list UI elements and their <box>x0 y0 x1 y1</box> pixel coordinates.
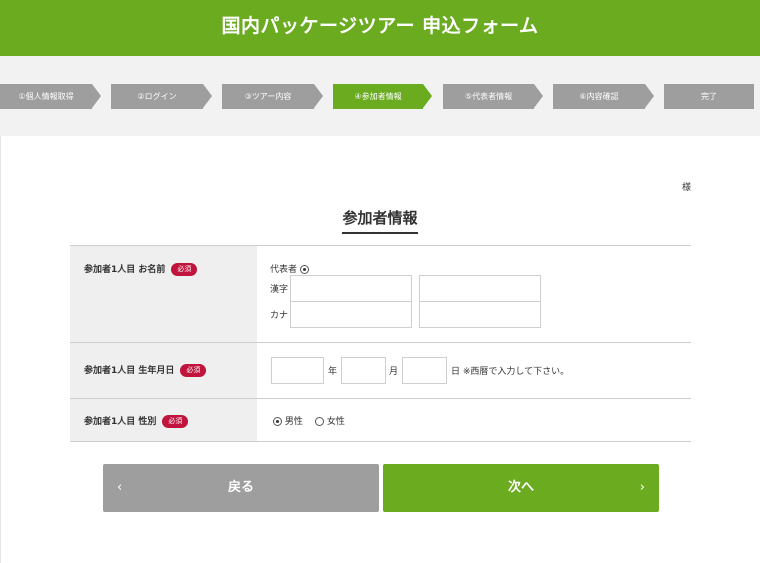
step-5: ⑤代表者情報 <box>443 84 543 109</box>
birth-month-input[interactable] <box>341 357 386 384</box>
representative-label: 代表者 <box>270 265 298 275</box>
step-label: ①個人情報取得 <box>18 92 74 101</box>
step-label: ⑥内容確認 <box>579 92 619 101</box>
representative-radio[interactable] <box>299 265 309 274</box>
step-1: ①個人情報取得 <box>0 84 101 109</box>
birthdate-row-body: 年 月 日 ※西暦で入力して下さい。 <box>257 343 691 398</box>
gender-row: 参加者1人目 性別 必須 男性 女性 <box>70 399 691 442</box>
name-row-header: 参加者1人目 お名前 必須 <box>70 246 257 342</box>
birthdate-label: 参加者1人目 生年月日 <box>84 366 175 376</box>
month-unit: 月 <box>389 367 399 377</box>
gender-label: 参加者1人目 性別 <box>84 417 157 427</box>
next-button[interactable]: 次へ › <box>383 464 659 512</box>
gender-female-radio[interactable] <box>315 417 324 426</box>
step-7: 完了 <box>664 84 754 109</box>
gender-female-label: 女性 <box>326 417 345 427</box>
gender-female-option[interactable]: 女性 <box>315 414 345 427</box>
kanji-last-name-input[interactable] <box>290 275 412 302</box>
back-button-label: 戻る <box>227 480 254 495</box>
birthdate-row: 参加者1人目 生年月日 必須 年 月 日 ※西暦で入力して下さい。 <box>70 343 691 399</box>
kanji-first-name-input[interactable] <box>419 275 541 302</box>
step-label: 完了 <box>701 92 717 101</box>
step-2: ②ログイン <box>111 84 212 109</box>
step-label: ④参加者情報 <box>354 92 402 101</box>
chevron-right-icon: › <box>639 480 645 495</box>
step-label: ⑤代表者情報 <box>464 92 513 101</box>
day-unit: 日 <box>451 367 461 377</box>
birth-year-input[interactable] <box>271 357 324 384</box>
page-title: 参加者情報 <box>342 207 418 234</box>
back-button[interactable]: ‹ 戻る <box>103 464 379 512</box>
progress-steps: ①個人情報取得 ②ログイン ③ツアー内容 ④参加者情報 ⑤代表者情報 ⑥内容確認… <box>0 84 760 109</box>
header-title: 国内パッケージツアー 申込フォーム <box>221 15 539 37</box>
birthdate-note: ※西暦で入力して下さい。 <box>462 367 570 377</box>
gender-row-body: 男性 女性 <box>257 399 691 441</box>
chevron-left-icon: ‹ <box>117 480 123 495</box>
gender-row-header: 参加者1人目 性別 必須 <box>70 399 257 441</box>
kana-last-name-input[interactable] <box>290 301 412 328</box>
representative-option[interactable]: 代表者 <box>270 262 309 275</box>
kanji-label: 漢字 <box>270 285 289 295</box>
page-header: 国内パッケージツアー 申込フォーム <box>0 0 760 56</box>
participant-form-table: 参加者1人目 お名前必須 代表者 漢字 カナ 参加者1人目 生年月日必須 年 <box>70 245 691 442</box>
required-badge: 必須 <box>162 415 189 428</box>
name-row-body: 代表者 漢字 カナ <box>257 246 691 342</box>
honorific-text: 様 <box>682 183 692 193</box>
step-label: ③ツアー内容 <box>244 92 292 101</box>
year-unit: 年 <box>328 367 338 377</box>
step-4-current: ④参加者情報 <box>333 84 432 109</box>
birth-day-input[interactable] <box>402 357 447 384</box>
step-label: ②ログイン <box>137 92 177 101</box>
gender-male-radio[interactable] <box>273 417 282 426</box>
page-title-wrap: 参加者情報 <box>0 207 760 234</box>
kana-first-name-input[interactable] <box>419 301 541 328</box>
next-button-label: 次へ <box>507 480 534 495</box>
gender-male-label: 男性 <box>284 417 303 427</box>
step-6: ⑥内容確認 <box>553 84 654 109</box>
name-row: 参加者1人目 お名前 必須 代表者 漢字 カナ <box>70 246 691 343</box>
kana-label: カナ <box>270 311 289 321</box>
name-label: 参加者1人目 お名前 <box>84 265 166 275</box>
gender-male-option[interactable]: 男性 <box>273 414 303 427</box>
birthdate-row-header: 参加者1人目 生年月日 必須 <box>70 343 257 398</box>
required-badge: 必須 <box>180 364 207 377</box>
required-badge: 必須 <box>171 263 198 276</box>
step-3: ③ツアー内容 <box>222 84 323 109</box>
